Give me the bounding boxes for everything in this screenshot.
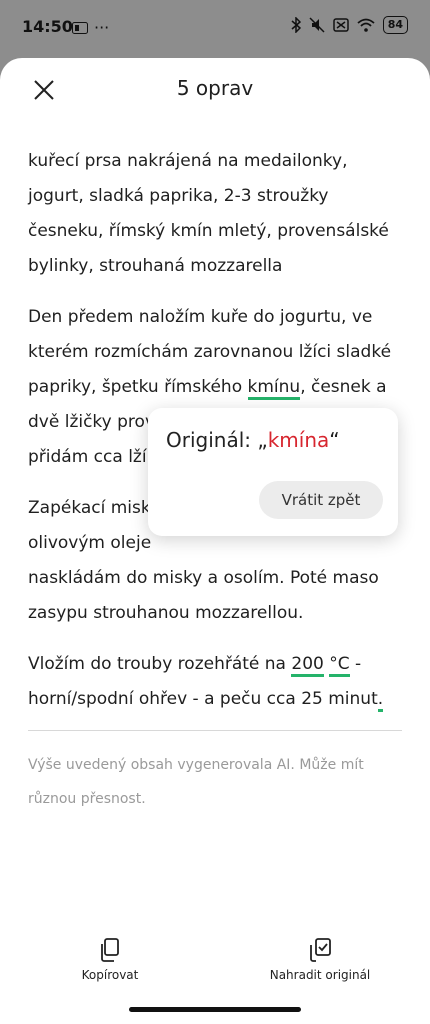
status-bar: 14:50 ··· 84 xyxy=(0,0,430,56)
ai-disclaimer: Výše uvedený obsah vygenerovala AI. Může… xyxy=(28,757,364,807)
undo-button[interactable]: Vrátit zpět xyxy=(259,481,383,519)
sim-card-icon xyxy=(72,21,88,34)
replace-original-button[interactable]: Nahradit originál xyxy=(260,938,380,982)
text-segment: naskládám do misky a osolím. Poté maso z… xyxy=(28,568,379,623)
status-left-icons: ··· xyxy=(72,18,109,37)
copy-button[interactable]: Kopírovat xyxy=(70,938,150,982)
corrections-sheet: 5 oprav kuřecí prsa nakrájená na medailo… xyxy=(0,58,430,1024)
correction-popup: Originál: „kmína“ Vrátit zpět xyxy=(148,408,398,536)
correction-mark-celsius[interactable]: °C xyxy=(329,654,350,677)
bottom-actions: Kopírovat Nahradit originál xyxy=(0,938,430,998)
sheet-title: 5 oprav xyxy=(176,76,254,100)
home-indicator[interactable] xyxy=(129,1007,301,1012)
copy-label: Kopírovat xyxy=(81,968,139,982)
divider xyxy=(28,730,402,731)
replace-icon xyxy=(310,938,331,962)
text-segment: Zapékací misk xyxy=(28,498,151,518)
no-sim-icon xyxy=(332,18,349,32)
correction-mark-period[interactable]: . xyxy=(377,689,384,712)
bluetooth-icon xyxy=(291,17,301,33)
copy-icon xyxy=(101,938,119,962)
correction-mark-kminu[interactable]: kmínu xyxy=(247,377,301,400)
paragraph-oven: Vložím do trouby rozehřáté na 200 °C - h… xyxy=(28,647,398,717)
original-word: kmína xyxy=(267,428,330,452)
replace-label: Nahradit originál xyxy=(269,968,371,982)
wifi-icon xyxy=(357,18,375,32)
text-segment: Vložím do trouby rozehřáté na xyxy=(28,654,292,674)
status-right: 84 xyxy=(291,16,408,34)
more-dots-icon: ··· xyxy=(94,18,110,37)
original-label-suffix: “ xyxy=(329,428,340,452)
text-segment: přidám cca lží xyxy=(28,447,147,467)
original-label: Originál: „kmína“ xyxy=(166,428,340,452)
mute-icon xyxy=(309,17,325,33)
status-time: 14:50 xyxy=(22,17,73,36)
correction-mark-200[interactable]: 200 xyxy=(291,654,324,677)
battery-indicator: 84 xyxy=(382,16,408,34)
original-label-prefix: Originál: „ xyxy=(166,428,268,452)
text-segment: olivovým oleje xyxy=(28,533,152,553)
paragraph-ingredients: kuřecí prsa nakrájená na medailonky, jog… xyxy=(28,151,389,276)
